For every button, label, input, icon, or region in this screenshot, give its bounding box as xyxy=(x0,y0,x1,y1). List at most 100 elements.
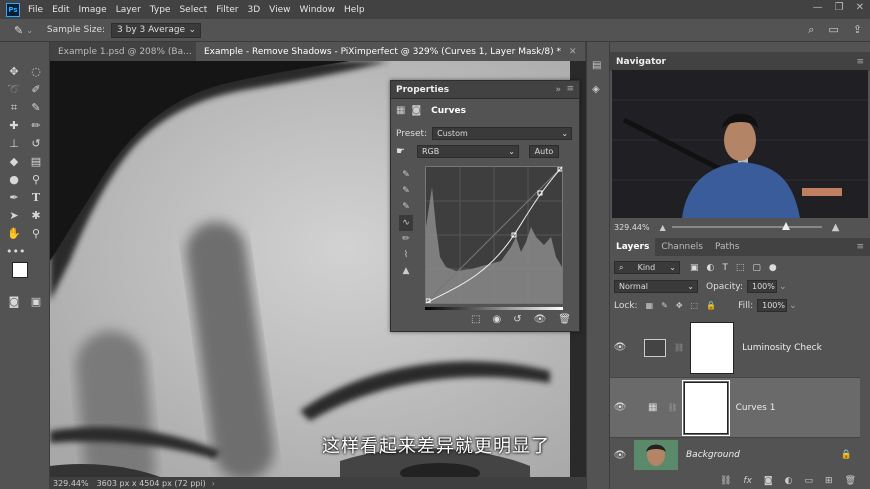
link-icon[interactable]: ⛓ xyxy=(667,403,677,412)
layer-name[interactable]: Background xyxy=(686,450,740,460)
panel-menu-icon[interactable]: ≡ xyxy=(856,57,864,67)
menu-3d[interactable]: 3D xyxy=(248,5,261,15)
collapse-icon[interactable]: » xyxy=(555,85,561,95)
close-window-icon[interactable]: ✕ xyxy=(856,2,864,13)
preset-select[interactable]: Custom ⌄ xyxy=(432,127,573,140)
lasso-tool-icon[interactable]: ➰ xyxy=(6,82,22,98)
navigator-zoom-value[interactable]: 329.44% xyxy=(614,223,650,232)
chevron-right-icon[interactable]: › xyxy=(212,479,215,488)
menu-filter[interactable]: Filter xyxy=(216,5,238,15)
fx-icon[interactable]: fx xyxy=(743,476,752,486)
dodge-tool-icon[interactable]: ⚲ xyxy=(28,172,44,188)
panel-menu-icon[interactable]: ≡ xyxy=(566,84,574,94)
zoom-slider[interactable] xyxy=(671,222,822,230)
black-point-eyedropper-icon[interactable]: ✎ xyxy=(399,167,413,183)
restore-icon[interactable]: ❐ xyxy=(835,2,844,13)
eyedropper-tool-icon[interactable]: ✎ xyxy=(14,24,23,37)
pixel-filter-icon[interactable]: ▣ xyxy=(690,263,699,273)
clipping-warning-icon[interactable]: ▲ xyxy=(399,263,413,279)
brush-tool-icon[interactable]: ✏ xyxy=(28,118,44,134)
clone-stamp-tool-icon[interactable]: ⊥ xyxy=(6,136,22,152)
smart-object-filter-icon[interactable]: ▢ xyxy=(752,263,761,273)
lock-position-icon[interactable]: ✥ xyxy=(676,301,683,310)
layer-name[interactable]: Luminosity Check xyxy=(742,343,822,353)
menu-select[interactable]: Select xyxy=(179,5,207,15)
zoom-tool-icon[interactable]: ⚲ xyxy=(28,226,44,242)
pen-tool-icon[interactable]: ✒ xyxy=(6,190,22,206)
channel-select[interactable]: RGB ⌄ xyxy=(416,145,519,158)
reset-icon[interactable]: ↺ xyxy=(513,314,521,325)
gradient-tool-icon[interactable]: ▤ xyxy=(28,154,44,170)
foreground-color-swatch[interactable] xyxy=(12,262,28,278)
add-mask-icon[interactable]: ◙ xyxy=(764,476,773,486)
zoom-out-icon[interactable]: ▲ xyxy=(660,223,666,232)
filter-toggle-icon[interactable]: ● xyxy=(769,263,777,273)
clip-to-layer-icon[interactable]: ⬚ xyxy=(471,314,480,325)
zoom-slider-thumb[interactable] xyxy=(781,222,790,230)
quick-mask-icon[interactable]: ◙ xyxy=(6,294,22,310)
opacity-field[interactable]: 100% xyxy=(747,280,777,293)
tab-example-1[interactable]: Example 1.psd @ 208% (Ba... xyxy=(50,42,196,61)
chevron-down-icon[interactable]: ⌄ xyxy=(779,282,787,292)
menu-layer[interactable]: Layer xyxy=(116,5,141,15)
tab-channels[interactable]: Channels xyxy=(655,238,709,256)
new-layer-icon[interactable]: ⊞ xyxy=(825,476,833,486)
layer-row[interactable]: 👁 ⛓ Luminosity Check xyxy=(610,318,860,378)
link-layers-icon[interactable]: ⛓ xyxy=(720,476,731,486)
layer-name[interactable]: Curves 1 xyxy=(736,403,776,413)
white-point-eyedropper-icon[interactable]: ✎ xyxy=(399,199,413,215)
photoshop-logo-icon[interactable]: Ps xyxy=(6,2,20,17)
visibility-icon[interactable]: 👁 xyxy=(534,314,547,325)
properties-panel-icon[interactable]: ◈ xyxy=(592,84,600,95)
curves-graph[interactable] xyxy=(425,166,563,304)
hand-tool-icon[interactable]: ✋ xyxy=(6,226,22,242)
curve-point-tool-icon[interactable]: ∿ xyxy=(399,215,413,231)
share-icon[interactable]: ⇪ xyxy=(853,23,862,37)
move-tool-icon[interactable]: ✥ xyxy=(6,64,22,80)
link-icon[interactable]: ⛓ xyxy=(674,343,684,352)
menu-view[interactable]: View xyxy=(269,5,290,15)
chevron-down-icon[interactable]: ⌄ xyxy=(789,301,797,311)
close-icon[interactable]: ✕ xyxy=(569,47,577,57)
search-icon[interactable]: ⌕ xyxy=(808,23,814,37)
workspace-icon[interactable]: ▭ xyxy=(828,23,838,37)
on-image-adjust-icon[interactable]: ☛ xyxy=(396,146,405,157)
history-brush-tool-icon[interactable]: ↺ xyxy=(28,136,44,152)
quick-select-tool-icon[interactable]: ✐ xyxy=(28,82,44,98)
marquee-tool-icon[interactable]: ◌ xyxy=(28,64,44,80)
lock-artboard-icon[interactable]: ⬚ xyxy=(691,301,699,310)
gray-point-eyedropper-icon[interactable]: ✎ xyxy=(399,183,413,199)
shape-tool-icon[interactable]: ✱ xyxy=(28,208,44,224)
lock-image-icon[interactable]: ✎ xyxy=(661,301,668,310)
tab-paths[interactable]: Paths xyxy=(709,238,745,256)
filter-kind-select[interactable]: ⌕ Kind ⌄ xyxy=(614,261,680,274)
menu-image[interactable]: Image xyxy=(79,5,107,15)
type-filter-icon[interactable]: T xyxy=(722,263,728,273)
menu-file[interactable]: File xyxy=(28,5,43,15)
eye-icon[interactable]: 👁 xyxy=(610,342,630,353)
lock-transparent-icon[interactable]: ▦ xyxy=(646,301,654,310)
menu-help[interactable]: Help xyxy=(344,5,365,15)
blur-tool-icon[interactable]: ● xyxy=(6,172,22,188)
status-zoom[interactable]: 329.44% xyxy=(53,479,89,488)
chevron-down-icon[interactable]: ⌄ xyxy=(26,26,33,35)
smooth-curve-icon[interactable]: ⌇ xyxy=(399,247,413,263)
type-tool-icon[interactable]: T xyxy=(28,190,44,206)
tab-remove-shadows[interactable]: Example - Remove Shadows - PiXimperfect … xyxy=(196,42,585,61)
trash-icon[interactable]: 🗑 xyxy=(558,314,571,325)
minimize-icon[interactable]: — xyxy=(813,2,823,13)
eye-icon[interactable]: 👁 xyxy=(610,450,630,461)
fill-field[interactable]: 100% xyxy=(757,299,788,312)
new-group-icon[interactable]: ▭ xyxy=(805,476,814,486)
layer-mask-thumbnail[interactable] xyxy=(690,321,735,374)
crop-tool-icon[interactable]: ⌗ xyxy=(6,100,22,116)
eye-icon[interactable]: 👁 xyxy=(610,402,630,413)
eyedropper-tool-icon[interactable]: ✎ xyxy=(28,100,44,116)
menu-window[interactable]: Window xyxy=(300,5,336,15)
menu-type[interactable]: Type xyxy=(150,5,171,15)
menu-edit[interactable]: Edit xyxy=(52,5,69,15)
view-previous-icon[interactable]: ◉ xyxy=(492,314,501,325)
tab-layers[interactable]: Layers xyxy=(610,238,656,256)
layer-row[interactable]: 👁 Background 🔒 xyxy=(610,438,860,472)
layer-mask-thumbnail[interactable] xyxy=(681,379,730,436)
